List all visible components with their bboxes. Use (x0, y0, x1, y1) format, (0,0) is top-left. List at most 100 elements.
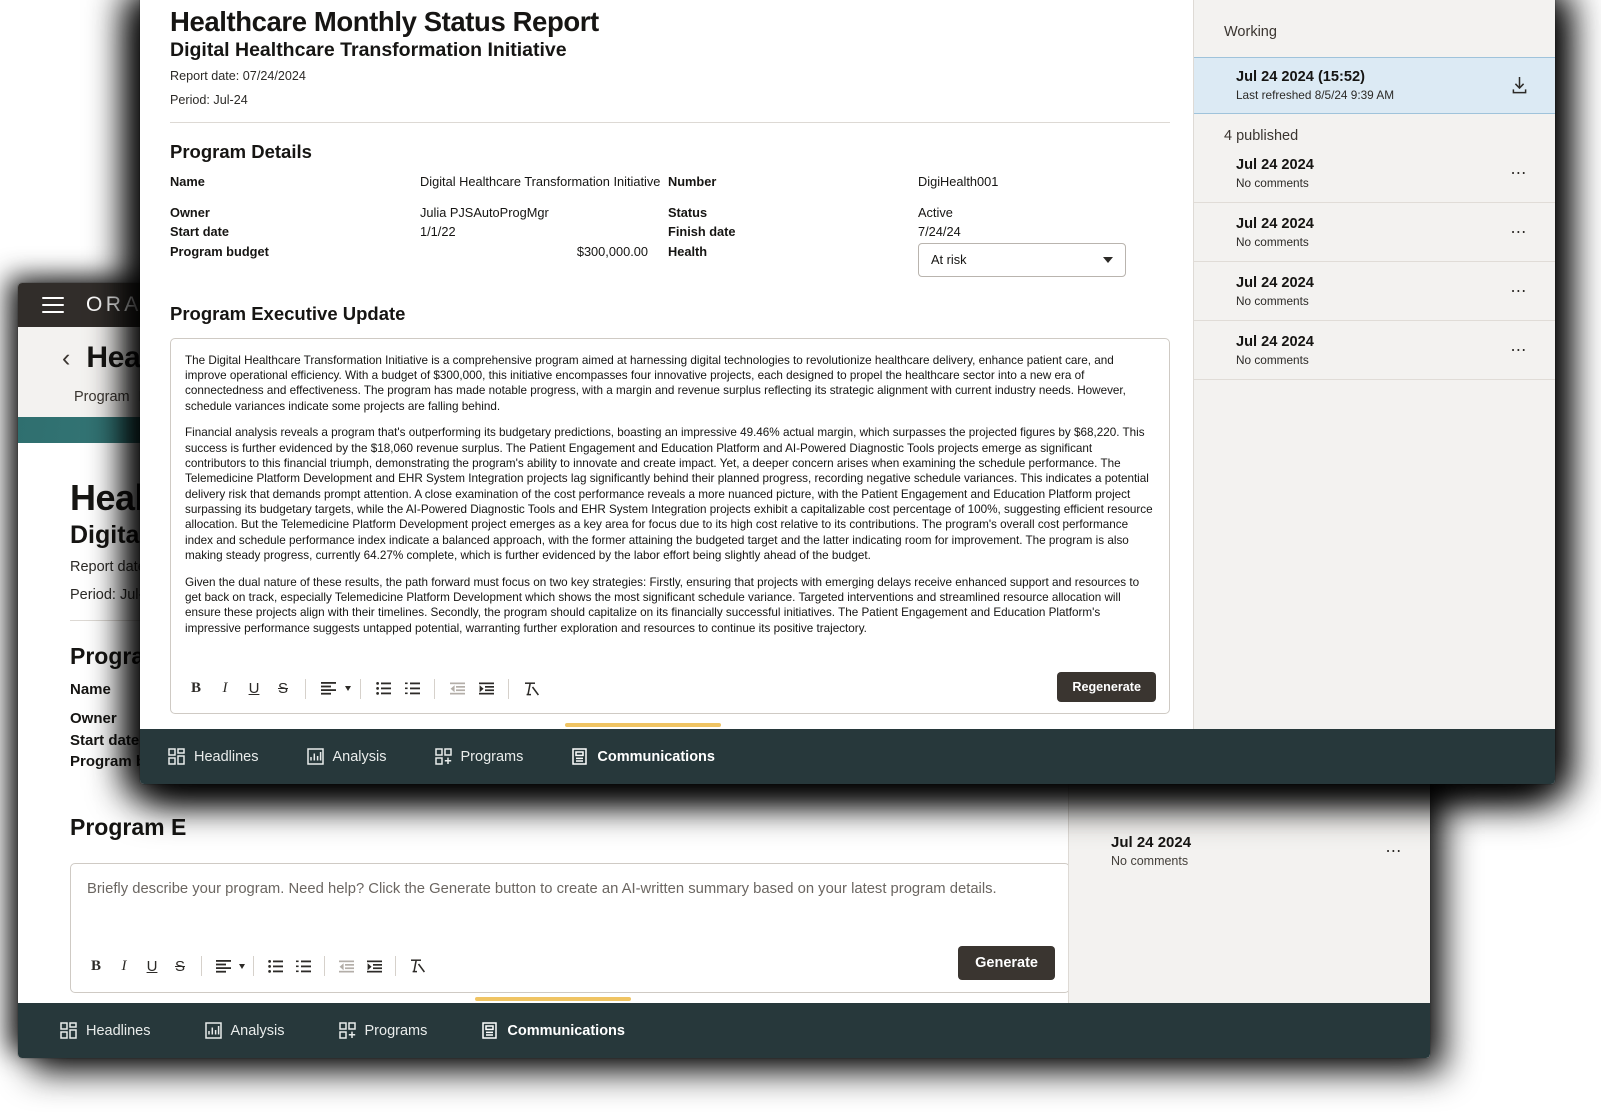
overflow-menu-icon[interactable]: ⋯ (1510, 225, 1529, 241)
nav-item-programs[interactable]: Programs (327, 1014, 440, 1047)
clear-formatting-icon[interactable] (404, 953, 430, 979)
version-row[interactable]: Jul 24 2024 No comments ⋯ (1194, 321, 1555, 380)
paragraph-1: The Digital Healthcare Transformation In… (185, 353, 1126, 413)
programs-add-icon (434, 748, 452, 765)
align-icon[interactable] (315, 676, 341, 702)
health-select-value: At risk (931, 251, 967, 267)
strikethrough-icon[interactable]: S (167, 953, 193, 979)
program-details-heading: Program Details (170, 140, 312, 162)
toolbar-separator (201, 956, 202, 977)
bold-icon[interactable]: B (83, 953, 109, 979)
rear-version-title: Jul 24 2024 (1111, 834, 1192, 851)
version-row[interactable]: Jul 24 2024 No comments ⋯ (1194, 144, 1555, 203)
screenshot-stage: ORACLE ‹ Healt Program Digital Health Di… (0, 0, 1601, 1112)
underline-icon[interactable]: U (241, 676, 267, 702)
version-title: Jul 24 2024 (1236, 216, 1314, 232)
nav-item-programs[interactable]: Programs (423, 740, 536, 773)
version-row[interactable]: Jul 24 2024 No comments ⋯ (1194, 203, 1555, 262)
version-row-selected[interactable]: Jul 24 2024 (15:52) Last refreshed 8/5/2… (1194, 57, 1555, 114)
executive-update-heading: Program Executive Update (170, 302, 406, 324)
align-chevron-down-icon[interactable] (345, 686, 351, 692)
paragraph-2: Financial analysis reveals a program tha… (185, 426, 1153, 563)
numbered-list-icon[interactable] (290, 953, 316, 979)
nav-label: Analysis (230, 1022, 285, 1039)
overflow-menu-icon[interactable]: ⋯ (1510, 166, 1529, 182)
overflow-menu-icon[interactable]: ⋯ (1385, 844, 1404, 860)
label-start-date: Start date (170, 224, 230, 240)
outdent-icon[interactable] (333, 953, 359, 979)
rear-version-row[interactable]: Jul 24 2024 No comments ⋯ (1069, 822, 1430, 878)
versions-panel: All Versions Working Jul 24 2024 (15:52)… (1193, 0, 1555, 729)
bulleted-list-icon[interactable] (262, 953, 288, 979)
toolbar-separator (324, 956, 325, 977)
version-subtitle: No comments (1236, 176, 1309, 190)
rear-editor-toolbar: B I U S (83, 953, 430, 979)
nav-item-analysis[interactable]: Analysis (193, 1014, 297, 1047)
rear-editor-placeholder: Briefly describe your program. Need help… (87, 881, 997, 898)
rear-bottom-nav: Headlines Analysis Programs Communicatio… (18, 997, 1430, 1058)
underline-icon[interactable]: U (139, 953, 165, 979)
version-subtitle: Last refreshed 8/5/24 9:39 AM (1236, 88, 1395, 102)
toolbar-separator (395, 956, 396, 977)
nav-item-communications[interactable]: Communications (559, 723, 727, 773)
indent-icon[interactable] (473, 676, 499, 702)
bottom-nav: Headlines Analysis Programs Communicatio… (140, 723, 1555, 784)
strikethrough-icon[interactable]: S (270, 676, 296, 702)
regenerate-button[interactable]: Regenerate (1057, 671, 1156, 702)
details-column-left: Name Owner Start date Program budget Dig… (170, 172, 668, 277)
outdent-icon[interactable] (444, 676, 470, 702)
header-divider (170, 121, 1170, 123)
nav-label: Communications (507, 1022, 625, 1039)
align-icon[interactable] (210, 953, 236, 979)
executive-update-text[interactable]: The Digital Healthcare Transformation In… (171, 339, 1169, 636)
label-owner: Owner (170, 204, 210, 220)
value-owner: Julia PJSAutoProgMgr (420, 204, 549, 220)
clear-formatting-icon[interactable] (518, 676, 544, 702)
rear-executive-update-editor[interactable]: Briefly describe your program. Need help… (70, 863, 1070, 994)
health-select[interactable]: At risk (918, 242, 1126, 277)
label-health: Health (668, 243, 708, 259)
version-title: Jul 24 2024 (1236, 334, 1314, 350)
headlines-icon (168, 748, 185, 765)
indent-icon[interactable] (361, 953, 387, 979)
overflow-menu-icon[interactable]: ⋯ (1510, 343, 1529, 359)
toolbar-separator (508, 678, 509, 699)
align-chevron-down-icon[interactable] (239, 963, 245, 969)
communications-icon (572, 748, 588, 765)
report-date: Report date: 07/24/2024 (170, 69, 306, 83)
hamburger-icon[interactable] (42, 297, 64, 313)
versions-working-label: Working (1224, 24, 1277, 40)
italic-icon[interactable]: I (212, 676, 238, 702)
bulleted-list-icon[interactable] (370, 676, 396, 702)
nav-item-communications[interactable]: Communications (469, 997, 637, 1047)
value-start-date: 1/1/22 (420, 224, 456, 240)
italic-icon[interactable]: I (111, 953, 137, 979)
toolbar-separator (253, 956, 254, 977)
version-row[interactable]: Jul 24 2024 No comments ⋯ (1194, 262, 1555, 321)
nav-label: Programs (364, 1022, 428, 1039)
nav-item-analysis[interactable]: Analysis (295, 740, 399, 773)
nav-item-headlines[interactable]: Headlines (156, 740, 271, 773)
numbered-list-icon[interactable] (399, 676, 425, 702)
executive-update-editor[interactable]: The Digital Healthcare Transformation In… (170, 337, 1170, 714)
version-subtitle: No comments (1236, 353, 1309, 367)
value-program-budget: $300,000.00 (576, 243, 648, 259)
overflow-menu-icon[interactable]: ⋯ (1510, 284, 1529, 300)
editor-toolbar: B I U S (183, 676, 544, 702)
value-number: DigiHealth001 (918, 173, 999, 189)
programs-add-icon (338, 1022, 356, 1039)
value-finish-date: 7/24/24 (918, 224, 961, 240)
generate-button[interactable]: Generate (958, 946, 1055, 981)
bold-icon[interactable]: B (183, 676, 209, 702)
label-finish-date: Finish date (668, 224, 736, 240)
nav-label: Headlines (194, 748, 259, 765)
foreground-window: Healthcare Monthly Status Report Digital… (140, 0, 1555, 784)
nav-item-headlines[interactable]: Headlines (48, 1014, 163, 1047)
download-icon[interactable] (1510, 76, 1529, 100)
value-name: Digital Healthcare Transformation Initia… (420, 173, 661, 189)
back-chevron-icon[interactable]: ‹ (62, 345, 70, 371)
breadcrumb-item-program[interactable]: Program (74, 389, 130, 405)
toolbar-separator (434, 678, 435, 699)
label-number: Number (668, 173, 717, 189)
rear-version-subtitle: No comments (1111, 854, 1189, 868)
